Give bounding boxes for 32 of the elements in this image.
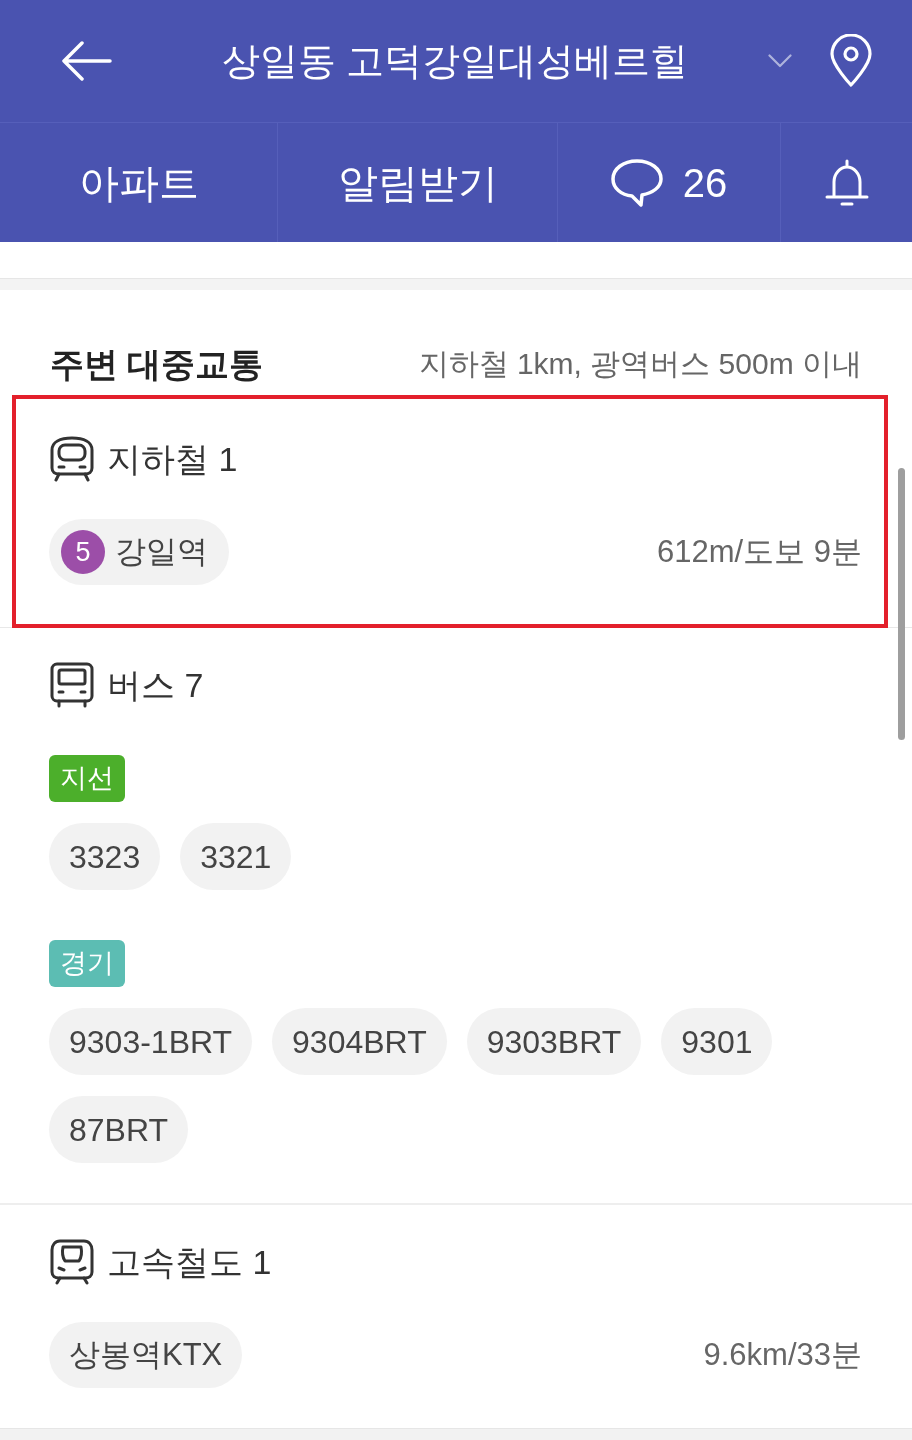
section-title: 주변 대중교통 [50, 344, 264, 384]
train-icon [49, 1239, 95, 1285]
menu-button[interactable]: 아파트 [0, 123, 277, 242]
speech-bubble-icon [610, 158, 663, 207]
bus-icon [49, 662, 95, 708]
route-type-tag: 경기 [49, 940, 125, 987]
subway-train-icon [49, 436, 95, 482]
group-title: 고속철도 1 [107, 1242, 272, 1283]
group-title: 지하철 1 [107, 439, 238, 480]
route-chip[interactable]: 9304BRT [272, 1008, 447, 1075]
map-pin-icon[interactable] [830, 34, 872, 88]
route-chip[interactable]: 87BRT [49, 1096, 188, 1163]
route-chip[interactable]: 9301 [661, 1008, 773, 1075]
distance-text: 612m/도보 9분 [657, 532, 862, 571]
route-type-tag: 지선 [49, 755, 125, 802]
route-chip[interactable]: 3323 [49, 823, 161, 890]
page-title[interactable]: 상일동 고덕강일대성베르힐 [221, 37, 689, 85]
distance-text: 9.6km/33분 [703, 1335, 862, 1374]
route-chip[interactable]: 9303-1BRT [49, 1008, 253, 1075]
back-arrow-icon[interactable] [62, 41, 112, 81]
section-note: 지하철 1km, 광역버스 500m 이내 [418, 346, 862, 382]
bell-icon[interactable] [824, 158, 869, 207]
chevron-down-icon[interactable] [768, 54, 792, 68]
route-chip[interactable]: 9303BRT [466, 1008, 642, 1075]
station-chip[interactable]: 상봉역KTX [49, 1322, 243, 1388]
menu-button[interactable]: 알림받기 [277, 123, 557, 242]
station-chip[interactable]: 5 강일역 [49, 519, 229, 585]
route-chip[interactable]: 3321 [180, 823, 292, 890]
line-badge: 5 [61, 530, 105, 574]
comments-button[interactable]: 26 [557, 123, 780, 242]
station-name: 강일역 [115, 532, 208, 571]
group-title: 버스 7 [107, 665, 204, 706]
